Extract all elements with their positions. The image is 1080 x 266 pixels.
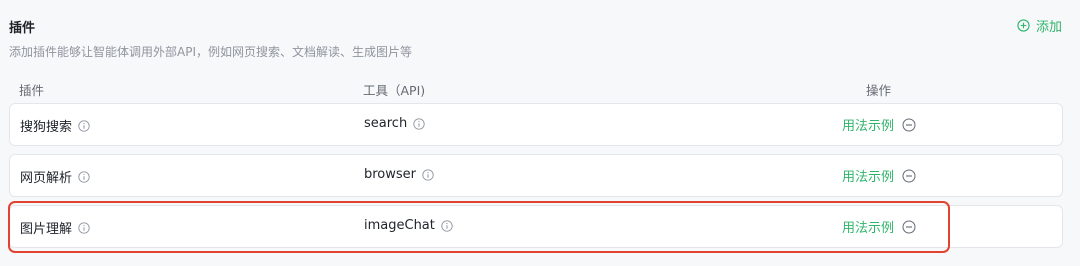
section-description: 添加插件能够让智能体调用外部API，例如网页搜索、文档解读、生成图片等	[9, 45, 412, 59]
plus-circle-icon	[1017, 19, 1030, 32]
table-header: 插件 工具（API) 操作	[9, 80, 1063, 98]
add-plugin-button[interactable]: 添加	[1017, 16, 1062, 35]
plugin-name: 网页解析	[20, 171, 73, 186]
column-header-plugin: 插件	[19, 83, 45, 98]
tool-name: search	[364, 116, 408, 131]
usage-example-link[interactable]: 用法示例	[842, 115, 894, 134]
plugin-name: 搜狗搜索	[20, 120, 73, 135]
table-row: 网页解析 browser 用法示例	[9, 154, 1063, 197]
highlight-annotation-box	[8, 201, 950, 253]
minus-circle-icon[interactable]	[902, 118, 916, 132]
section-title: 插件	[9, 21, 36, 36]
column-header-operation: 操作	[866, 83, 892, 98]
info-icon[interactable]	[78, 170, 90, 183]
info-icon[interactable]	[422, 168, 434, 181]
info-icon[interactable]	[413, 117, 425, 130]
usage-example-link[interactable]: 用法示例	[842, 166, 894, 185]
add-label: 添加	[1035, 20, 1062, 35]
table-row: 搜狗搜索 search 用法示例	[9, 103, 1063, 146]
tool-name: browser	[364, 167, 417, 182]
column-header-tool: 工具（API)	[363, 83, 426, 98]
info-icon[interactable]	[78, 119, 90, 132]
minus-circle-icon[interactable]	[902, 169, 916, 183]
